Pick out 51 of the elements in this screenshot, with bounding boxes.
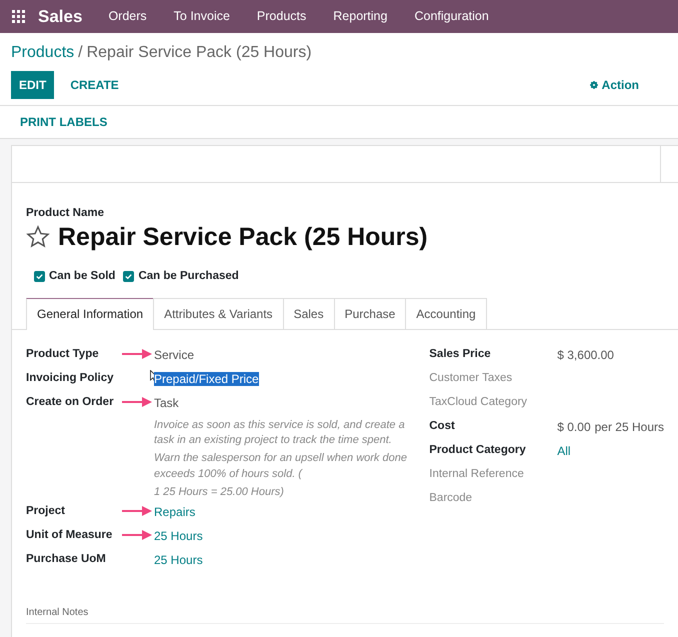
field-value: Service [154, 348, 194, 362]
field-link[interactable]: 25 Hours [154, 529, 203, 544]
menu-item[interactable]: Configuration [414, 7, 489, 26]
section-label: Internal Notes [26, 605, 664, 624]
star-icon[interactable] [26, 225, 50, 250]
breadcrumb-separator: / [78, 44, 83, 61]
create-button[interactable]: CREATE [62, 71, 127, 99]
help-text: Invoice as soon as this service is sold, and create a task in an existing project to track the time spent. [154, 418, 406, 448]
field-label: Purchase UoM [26, 553, 106, 566]
apps-menu-icon[interactable] [12, 10, 25, 23]
product-name: Repair Service Pack (25 Hours) [58, 222, 428, 252]
app-name: Sales [38, 6, 82, 28]
field-value: Prepaid/Fixed Price [154, 372, 259, 386]
field-label: Cost [429, 420, 455, 432]
menu-item[interactable]: Products [256, 7, 306, 26]
field-link[interactable]: All [557, 442, 571, 460]
field-label: Customer Taxes [429, 372, 512, 384]
field-label: Invoicing Policy [26, 372, 114, 384]
gear-icon [590, 81, 598, 89]
checkbox[interactable] [123, 271, 134, 282]
checkbox[interactable] [34, 271, 45, 282]
print-labels-button[interactable]: PRINT LABELS [12, 113, 116, 131]
field-link[interactable]: Repairs [154, 505, 196, 520]
field-label: Internal Reference [429, 468, 524, 480]
action-button[interactable]: Action [582, 71, 647, 99]
help-text: 1 25 Hours = 25.00 Hours) [154, 485, 285, 500]
field-label: TaxCloud Category [429, 396, 528, 408]
menu-item[interactable]: Orders [108, 7, 147, 26]
tab[interactable]: Accounting [405, 298, 487, 328]
field-label: Product Category [429, 444, 526, 456]
breadcrumb-link[interactable]: Products [11, 44, 74, 61]
breadcrumb-current: Repair Service Pack (25 Hours) [86, 44, 312, 61]
tab[interactable]: General Information [26, 298, 154, 330]
field-link[interactable]: 25 Hours [154, 553, 203, 568]
menu-item[interactable]: Reporting [333, 7, 388, 26]
field-value: $ 3,600.00 [557, 346, 614, 364]
menu-item[interactable]: To Invoice [174, 7, 230, 26]
field-label: Project [26, 505, 65, 518]
checkbox-label: Can be Purchased [138, 269, 239, 284]
field-label: Sales Price [429, 348, 491, 360]
help-text: Warn the salesperson for an upsell when work done exceeds 100% of hours sold. ( [154, 451, 408, 482]
field-label: Product Type [26, 348, 99, 360]
checkbox-label: Can be Sold [49, 269, 116, 284]
field-label: Product Name [26, 206, 105, 221]
field-label: Barcode [429, 492, 472, 504]
field-value: $ 0.00 [557, 418, 591, 436]
edit-button[interactable]: EDIT [11, 71, 54, 99]
field-label: Create on Order [26, 396, 114, 408]
field-value: Task [154, 396, 179, 410]
field-label: Unit of Measure [26, 529, 112, 542]
unit-text: per 25 Hours [594, 418, 664, 436]
